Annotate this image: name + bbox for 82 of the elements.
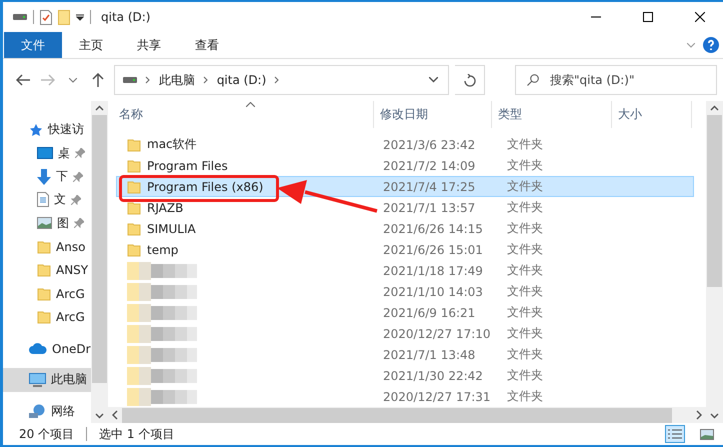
chevron-right-icon bbox=[274, 76, 280, 84]
scrollbar[interactable] bbox=[706, 101, 723, 423]
landscape-icon bbox=[700, 428, 714, 440]
dropdown-icon[interactable] bbox=[76, 13, 84, 21]
sidebar-item[interactable]: 图 bbox=[3, 212, 91, 236]
item-count: 20 个项目 bbox=[19, 426, 74, 442]
chevron-down-icon bbox=[69, 78, 77, 82]
file-row[interactable]: Program Files 2021/7/2 14:09 文件夹 bbox=[116, 155, 694, 176]
sidebar-item[interactable]: 网络 bbox=[3, 400, 91, 424]
sidebar-item[interactable]: ArcG bbox=[3, 282, 91, 306]
selection-count: 选中 1 个项目 bbox=[99, 426, 174, 442]
maximize-icon bbox=[643, 12, 653, 22]
sidebar-item[interactable]: OneDr bbox=[3, 336, 91, 360]
folder-icon bbox=[127, 138, 141, 152]
sidebar-item[interactable]: 桌 bbox=[3, 141, 91, 165]
folder-icon bbox=[127, 242, 141, 257]
sidebar-item[interactable]: 文 bbox=[3, 188, 91, 212]
folder-icon bbox=[37, 286, 51, 301]
sidebar-item[interactable]: 此电脑 bbox=[3, 368, 91, 392]
chevron-right-icon bbox=[144, 76, 151, 84]
download-arrow-icon bbox=[37, 168, 51, 185]
folder-icon bbox=[127, 222, 141, 236]
drive-icon bbox=[13, 13, 27, 21]
file-row[interactable]: RJAZB 2021/7/1 13:57 文件夹 bbox=[116, 197, 694, 218]
ribbon-tab[interactable]: 文件 bbox=[4, 32, 62, 58]
pin-icon bbox=[74, 218, 84, 228]
back-arrow-icon bbox=[16, 74, 30, 86]
network-icon bbox=[29, 404, 46, 418]
file-row[interactable]: 2021/1/18 17:49 文件夹 bbox=[116, 260, 694, 282]
file-row[interactable]: mac软件 2021/3/6 23:42 文件夹 bbox=[116, 134, 694, 156]
document-icon bbox=[37, 192, 49, 208]
search-icon bbox=[526, 74, 539, 86]
drive-icon bbox=[122, 76, 137, 84]
file-row[interactable]: 2021/7/1 13:48 文件夹 bbox=[116, 344, 694, 366]
folder-icon bbox=[127, 200, 141, 215]
file-row[interactable]: Program Files (x86) 2021/7/4 17:25 文件夹 bbox=[116, 176, 694, 198]
sidebar-item[interactable]: ANSY bbox=[3, 258, 91, 282]
file-row[interactable]: temp 2021/6/26 15:01 文件夹 bbox=[116, 239, 694, 260]
computer-icon bbox=[29, 372, 46, 387]
pin-icon bbox=[75, 148, 85, 158]
close-icon bbox=[695, 12, 705, 22]
file-row[interactable]: 2021/1/10 14:03 文件夹 bbox=[116, 281, 694, 302]
sidebar-item[interactable]: 下 bbox=[3, 164, 91, 188]
sidebar-item[interactable]: 快速访 bbox=[3, 118, 91, 142]
chevron-right-icon bbox=[202, 76, 209, 84]
sidebar-item[interactable]: Anso bbox=[3, 235, 91, 259]
column-header[interactable]: 大小 bbox=[612, 101, 692, 128]
up-arrow-icon bbox=[92, 73, 104, 87]
address-bar[interactable]: 此电脑 qita (D:) bbox=[114, 65, 450, 95]
folder-icon bbox=[127, 158, 141, 173]
image-icon bbox=[37, 217, 52, 230]
chevron-down-icon[interactable] bbox=[429, 77, 438, 83]
window-title: qita (D:) bbox=[101, 10, 152, 24]
file-row[interactable]: 2021/1/30 22:42 文件夹 bbox=[116, 365, 694, 386]
pin-icon bbox=[73, 172, 83, 182]
search-field[interactable]: 搜索"qita (D:)" bbox=[514, 65, 717, 95]
list-icon bbox=[668, 428, 682, 440]
column-header[interactable]: 类型 bbox=[492, 101, 612, 128]
checklist-icon[interactable] bbox=[40, 10, 52, 24]
file-row[interactable]: 2020/12/27 17:31 文件夹 bbox=[116, 386, 694, 408]
details-view-button[interactable] bbox=[665, 425, 685, 443]
refresh-icon bbox=[464, 74, 476, 86]
breadcrumb[interactable]: 此电脑 bbox=[158, 72, 195, 88]
folder-icon bbox=[127, 180, 141, 194]
refresh-button[interactable] bbox=[455, 65, 485, 95]
sidebar-item[interactable]: ArcG bbox=[3, 305, 91, 329]
file-row[interactable]: SIMULIA 2021/6/26 14:15 文件夹 bbox=[116, 218, 694, 240]
file-row[interactable]: 2021/6/9 16:21 文件夹 bbox=[116, 302, 694, 324]
help-icon[interactable] bbox=[703, 37, 719, 53]
forward-arrow-icon bbox=[40, 74, 55, 86]
cloud-icon bbox=[29, 343, 47, 354]
column-header[interactable]: 修改日期 bbox=[374, 101, 492, 128]
star-icon bbox=[29, 122, 43, 137]
pin-icon bbox=[71, 194, 81, 205]
scrollbar[interactable] bbox=[91, 101, 108, 423]
folder-icon bbox=[37, 310, 51, 324]
breadcrumb[interactable]: qita (D:) bbox=[216, 73, 266, 87]
file-row[interactable]: 2020/12/27 17:10 文件夹 bbox=[116, 323, 694, 344]
desktop-icon bbox=[37, 147, 53, 160]
folder-icon bbox=[37, 240, 51, 254]
column-header[interactable]: 名称 bbox=[108, 101, 374, 128]
folder-icon bbox=[37, 263, 51, 278]
